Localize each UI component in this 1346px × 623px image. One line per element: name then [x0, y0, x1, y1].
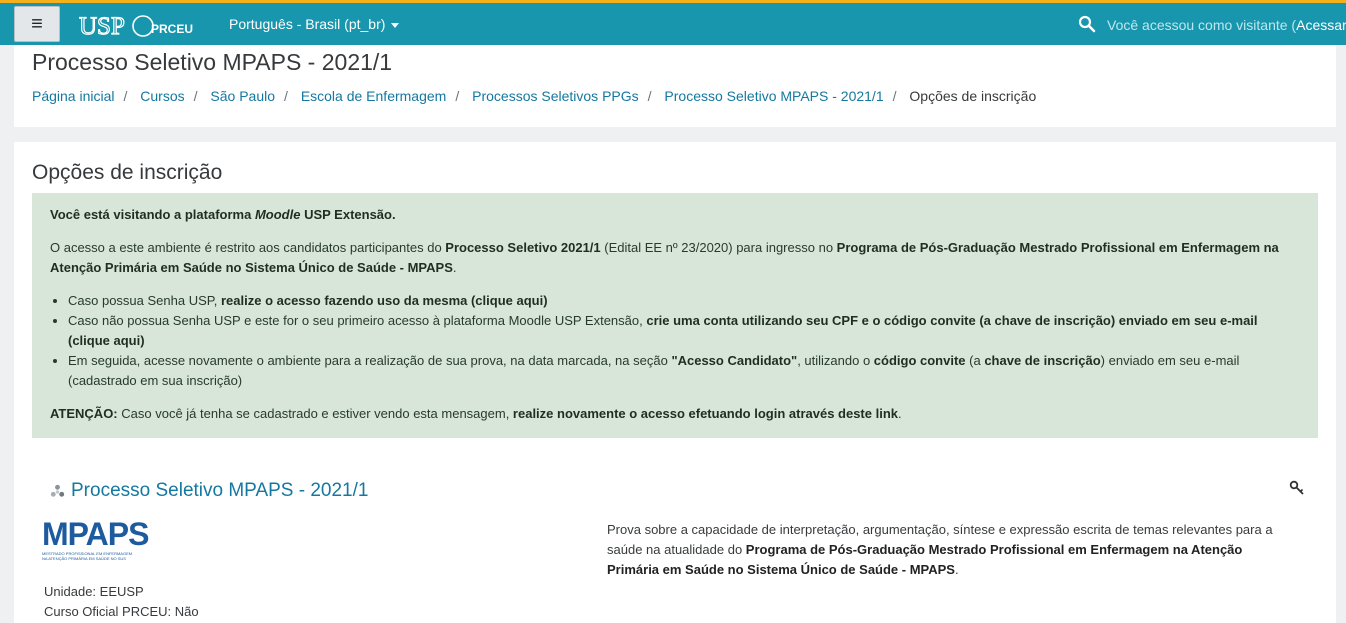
- login-link[interactable]: Acessar: [1296, 17, 1346, 33]
- list-item: Em seguida, acesse novamente o ambiente …: [68, 351, 1300, 391]
- mpaps-logo: MPAPS MESTRADO PROFISSIONAL EM ENFERMAGE…: [42, 516, 149, 561]
- breadcrumb-sao-paulo[interactable]: São Paulo: [210, 88, 275, 104]
- language-label: Português - Brasil ‎(pt_br)‎: [229, 16, 386, 32]
- search-icon[interactable]: [1078, 15, 1096, 33]
- usp-login-link[interactable]: realize o acesso fazendo uso da mesma (c…: [221, 293, 548, 308]
- key-icon[interactable]: [1289, 480, 1305, 496]
- section-title: Opções de inscrição: [32, 161, 223, 184]
- list-item: Caso não possua Senha USP e este for o s…: [68, 311, 1300, 351]
- course-icon: [50, 484, 65, 497]
- language-selector[interactable]: Português - Brasil ‎(pt_br)‎: [229, 16, 400, 32]
- main-content: Opções de inscrição Você está visitando …: [14, 142, 1336, 623]
- course-meta: Unidade: EEUSP Curso Oficial PRCEU: Não: [44, 582, 199, 622]
- alert-intro: Você está visitando a plataforma Moodle …: [50, 207, 396, 222]
- page-header: Processo Seletivo MPAPS - 2021/1 Página …: [14, 45, 1336, 127]
- list-item: Caso possua Senha USP, realize o acesso …: [68, 291, 1300, 311]
- alert-attention: ATENÇÃO: Caso você já tenha se cadastrad…: [50, 406, 902, 421]
- breadcrumb-nursing-school[interactable]: Escola de Enfermagem: [301, 88, 447, 104]
- caret-down-icon: [391, 22, 400, 28]
- page-title: Processo Seletivo MPAPS - 2021/1: [32, 49, 393, 75]
- alert-instructions: Caso possua Senha USP, realize o acesso …: [68, 291, 1300, 391]
- hamburger-icon: ≡: [31, 12, 43, 35]
- logo-usp-text: USP: [79, 13, 125, 38]
- visitor-status: Você acessou como visitante (Acessar): [1107, 17, 1346, 33]
- breadcrumb-home[interactable]: Página inicial: [32, 88, 115, 104]
- breadcrumb-current: Opções de inscrição: [909, 88, 1037, 104]
- course-official: Curso Oficial PRCEU: Não: [44, 604, 199, 619]
- top-navbar: ≡ USP PRCEU Português - Brasil ‎(pt_br)‎…: [0, 0, 1346, 45]
- breadcrumb-courses[interactable]: Cursos: [140, 88, 184, 104]
- relogin-link[interactable]: realize novamente o acesso efetuando log…: [513, 406, 898, 421]
- breadcrumb: Página inicial / Cursos / São Paulo / Escol…: [32, 88, 1037, 104]
- course-name-link[interactable]: Processo Seletivo MPAPS - 2021/1: [50, 480, 368, 502]
- breadcrumb-course[interactable]: Processo Seletivo MPAPS - 2021/1: [664, 88, 883, 104]
- course-summary: Prova sobre a capacidade de interpretaçã…: [607, 522, 1273, 577]
- breadcrumb-selection-processes[interactable]: Processos Seletivos PPGs: [472, 88, 639, 104]
- usp-prceu-logo[interactable]: USP PRCEU: [79, 12, 205, 38]
- alert-restriction: O acesso a este ambiente é restrito aos …: [50, 240, 1279, 275]
- course-name: Processo Seletivo MPAPS - 2021/1: [71, 480, 369, 501]
- course-unit: Unidade: EEUSP: [44, 584, 144, 599]
- hamburger-menu-button[interactable]: ≡: [14, 6, 60, 42]
- logo-prceu-text: PRCEU: [151, 22, 193, 36]
- info-alert: Você está visitando a plataforma Moodle …: [32, 193, 1318, 438]
